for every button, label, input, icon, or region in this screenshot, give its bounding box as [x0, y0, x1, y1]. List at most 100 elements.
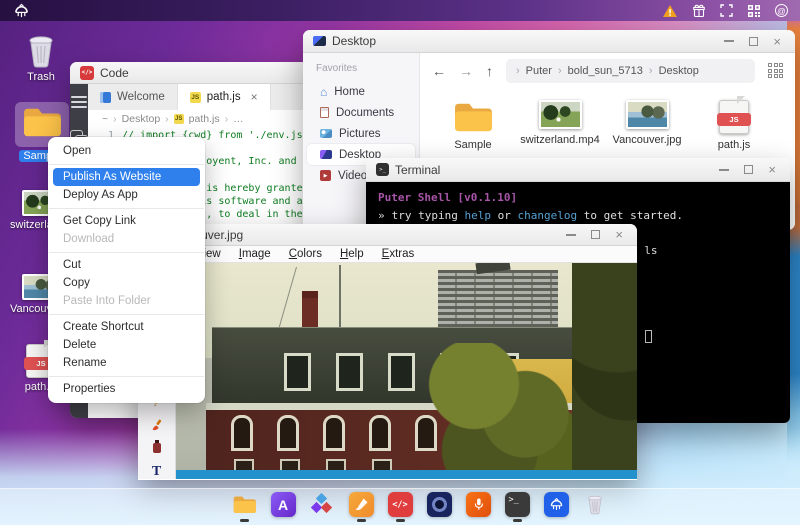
- context-menu-item-create-shortcut[interactable]: Create Shortcut: [48, 318, 205, 336]
- menu-help[interactable]: Help: [340, 248, 364, 260]
- grid-view-icon[interactable]: [768, 63, 783, 78]
- minimize-button[interactable]: [724, 40, 735, 42]
- shell-hint: » try typing help or changelog to get sta…: [378, 209, 684, 222]
- dock-camera-icon[interactable]: [426, 492, 453, 517]
- context-menu-item-copy[interactable]: Copy: [48, 274, 205, 292]
- breadcrumb-desktop[interactable]: Desktop: [659, 65, 699, 77]
- minimize-button[interactable]: [566, 233, 577, 236]
- dock-trash-icon[interactable]: [582, 492, 609, 517]
- window-title: Desktop: [332, 34, 377, 48]
- context-menu-item-properties[interactable]: Properties: [48, 380, 205, 398]
- photo-window: [277, 415, 299, 451]
- breadcrumb-root[interactable]: Puter: [526, 65, 552, 77]
- puter-logo-icon[interactable]: [12, 3, 31, 19]
- context-menu-item-delete[interactable]: Delete: [48, 336, 205, 354]
- menu-separator: [49, 313, 204, 315]
- context-menu-item-cut[interactable]: Cut: [48, 256, 205, 274]
- close-button[interactable]: ×: [615, 228, 623, 241]
- sidebar-item-home[interactable]: ⌂ Home: [307, 81, 415, 102]
- terminal-cursor: [644, 330, 652, 343]
- favorites-header: Favorites: [316, 63, 358, 74]
- dock-text-editor-icon[interactable]: A: [270, 492, 297, 517]
- warning-icon[interactable]: [662, 4, 678, 18]
- image-thumbnail-icon: [625, 100, 669, 129]
- breadcrumb-desktop[interactable]: Desktop: [122, 113, 161, 125]
- file-manager-titlebar[interactable]: Desktop ×: [303, 30, 795, 53]
- terminal-titlebar[interactable]: >_ Terminal ×: [366, 158, 790, 182]
- back-icon[interactable]: ←: [432, 64, 446, 78]
- fullscreen-icon[interactable]: [720, 4, 733, 17]
- dock-files-icon[interactable]: [231, 492, 258, 522]
- dock-recorder-icon[interactable]: [465, 492, 492, 517]
- js-file-icon: JS: [717, 96, 751, 134]
- folder-icon: [24, 108, 61, 137]
- context-menu-item-open[interactable]: Open: [48, 142, 205, 160]
- maximize-button[interactable]: [749, 36, 759, 46]
- dock-terminal-icon[interactable]: >_: [504, 492, 531, 522]
- sidebar-item-documents[interactable]: Documents: [307, 102, 415, 123]
- context-menu-item-download[interactable]: Download: [48, 230, 205, 248]
- gift-icon[interactable]: [692, 4, 706, 18]
- dock-paint-icon[interactable]: [348, 492, 375, 522]
- close-button[interactable]: ×: [768, 163, 776, 176]
- puter-logo-icon: [550, 497, 562, 511]
- maximize-button[interactable]: [744, 165, 754, 174]
- context-menu-item-get-copy-link[interactable]: Get Copy Link: [48, 212, 205, 230]
- up-icon[interactable]: ↑: [486, 64, 493, 78]
- breadcrumb-user[interactable]: bold_sun_5713: [568, 65, 643, 77]
- dock-launcher-icon[interactable]: [192, 492, 219, 517]
- menu-image[interactable]: Image: [239, 248, 271, 260]
- sidebar-item-pictures[interactable]: Pictures: [307, 123, 415, 144]
- photo-canvas[interactable]: [176, 263, 637, 479]
- close-tab-icon[interactable]: ×: [251, 90, 258, 104]
- dock-code-icon[interactable]: </>: [387, 492, 414, 522]
- account-icon[interactable]: @: [775, 4, 788, 17]
- maximize-button[interactable]: [591, 230, 601, 239]
- marker-tool-icon[interactable]: [152, 440, 161, 453]
- photo-water: [176, 470, 637, 479]
- folder-icon: [233, 496, 256, 514]
- dock-puter-icon[interactable]: [543, 492, 570, 517]
- file-item-pathjs[interactable]: JS path.js: [702, 96, 766, 151]
- desktop-folder-icon: [313, 36, 326, 46]
- brush-tool-icon[interactable]: [150, 419, 164, 431]
- pictures-icon: [320, 129, 332, 138]
- menu-separator: [49, 163, 204, 165]
- js-badge-icon: JS: [189, 91, 201, 103]
- qr-code-icon[interactable]: [747, 4, 761, 18]
- menu-extras[interactable]: Extras: [382, 248, 415, 260]
- tab-pathjs[interactable]: JS path.js ×: [177, 84, 271, 110]
- videos-icon: ▶: [320, 170, 331, 181]
- image-viewer-titlebar[interactable]: Vancouver.jpg ×: [138, 224, 637, 246]
- path-breadcrumb[interactable]: › Puter › bold_sun_5713 › Desktop: [506, 58, 755, 83]
- context-menu-item-publish-as-website[interactable]: Publish As Website: [53, 168, 200, 186]
- menu-icon[interactable]: [71, 96, 87, 108]
- forward-icon[interactable]: →: [459, 64, 473, 78]
- window-title: Code: [100, 65, 129, 80]
- running-indicator: [239, 519, 249, 522]
- text-tool-icon[interactable]: T: [152, 465, 161, 479]
- context-menu-item-paste-into-folder[interactable]: Paste Into Folder: [48, 292, 205, 310]
- tab-welcome[interactable]: Welcome: [88, 84, 178, 110]
- photo-window: [323, 415, 345, 451]
- photo-window: [231, 415, 253, 451]
- file-item-vancouver[interactable]: Vancouver.jpg: [613, 100, 681, 151]
- desktop-icon-trash[interactable]: Trash: [9, 34, 73, 83]
- menu-colors[interactable]: Colors: [289, 248, 322, 260]
- context-menu: Open Publish As Website Deploy As App Ge…: [48, 137, 205, 403]
- close-button[interactable]: ×: [773, 35, 781, 48]
- context-menu-item-deploy-as-app[interactable]: Deploy As App: [48, 186, 205, 204]
- code-app-icon: </>: [80, 65, 94, 80]
- context-menu-item-rename[interactable]: Rename: [48, 354, 205, 372]
- photo-right-tree: [572, 263, 637, 479]
- breadcrumb-file[interactable]: path.js: [189, 113, 220, 125]
- file-item-switzerland[interactable]: switzerland.mp4: [520, 100, 600, 151]
- video-thumbnail-icon: [538, 100, 582, 129]
- photo-dormer: [388, 353, 415, 391]
- trash-icon: [588, 495, 602, 515]
- file-item-sample[interactable]: Sample: [441, 100, 505, 151]
- running-indicator: [395, 519, 405, 522]
- dock-dev-cubes-icon[interactable]: [309, 492, 336, 517]
- welcome-tab-icon: [100, 91, 111, 103]
- minimize-button[interactable]: [719, 168, 730, 171]
